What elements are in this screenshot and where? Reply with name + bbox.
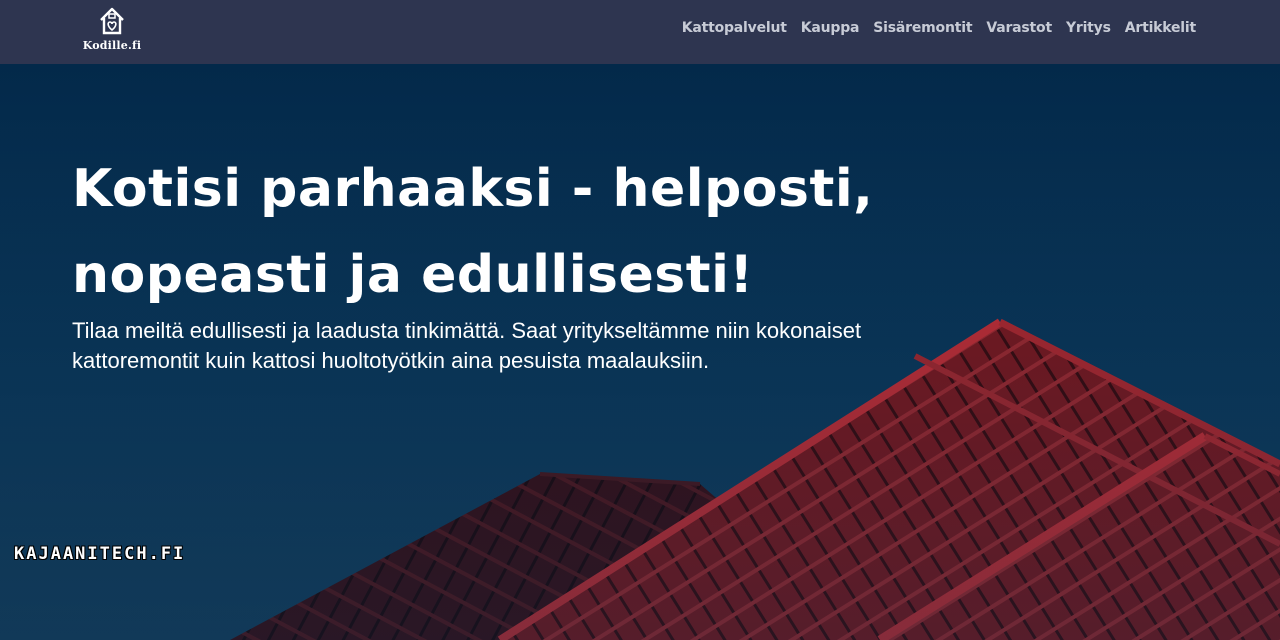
headline-line-1: Kotisi parhaaksi - helposti, bbox=[72, 159, 874, 219]
nav-link-yritys[interactable]: Yritys bbox=[1066, 20, 1111, 36]
hero-section: Kotisi parhaaksi - helposti, nopeasti ja… bbox=[0, 64, 1280, 640]
nav-link-kauppa[interactable]: Kauppa bbox=[801, 20, 860, 36]
hero-headline: Kotisi parhaaksi - helposti, nopeasti ja… bbox=[72, 146, 972, 318]
nav-link-varastot[interactable]: Varastot bbox=[986, 20, 1052, 36]
headline-line-2: nopeasti ja edullisesti! bbox=[72, 245, 754, 305]
subtext-line-2: kattoremontit kuin kattosi huoltotyötkin… bbox=[72, 348, 710, 373]
logo-link[interactable]: Kodille.fi bbox=[78, 6, 146, 58]
hero-subtext: Tilaa meiltä edullisesti ja laadusta tin… bbox=[72, 316, 952, 376]
subtext-line-1: Tilaa meiltä edullisesti ja laadusta tin… bbox=[72, 318, 862, 343]
watermark-text: KAJAANITECH.FI bbox=[14, 544, 186, 564]
main-nav: Kattopalvelut Kauppa Sisäremontit Varast… bbox=[682, 20, 1197, 36]
logo-text: Kodille.fi bbox=[82, 39, 142, 52]
nav-link-sisaremontit[interactable]: Sisäremontit bbox=[873, 20, 972, 36]
nav-link-kattopalvelut[interactable]: Kattopalvelut bbox=[682, 20, 787, 36]
navbar: Kodille.fi Kattopalvelut Kauppa Sisäremo… bbox=[0, 0, 1280, 64]
house-heart-icon bbox=[100, 7, 124, 35]
nav-link-artikkelit[interactable]: Artikkelit bbox=[1125, 20, 1196, 36]
